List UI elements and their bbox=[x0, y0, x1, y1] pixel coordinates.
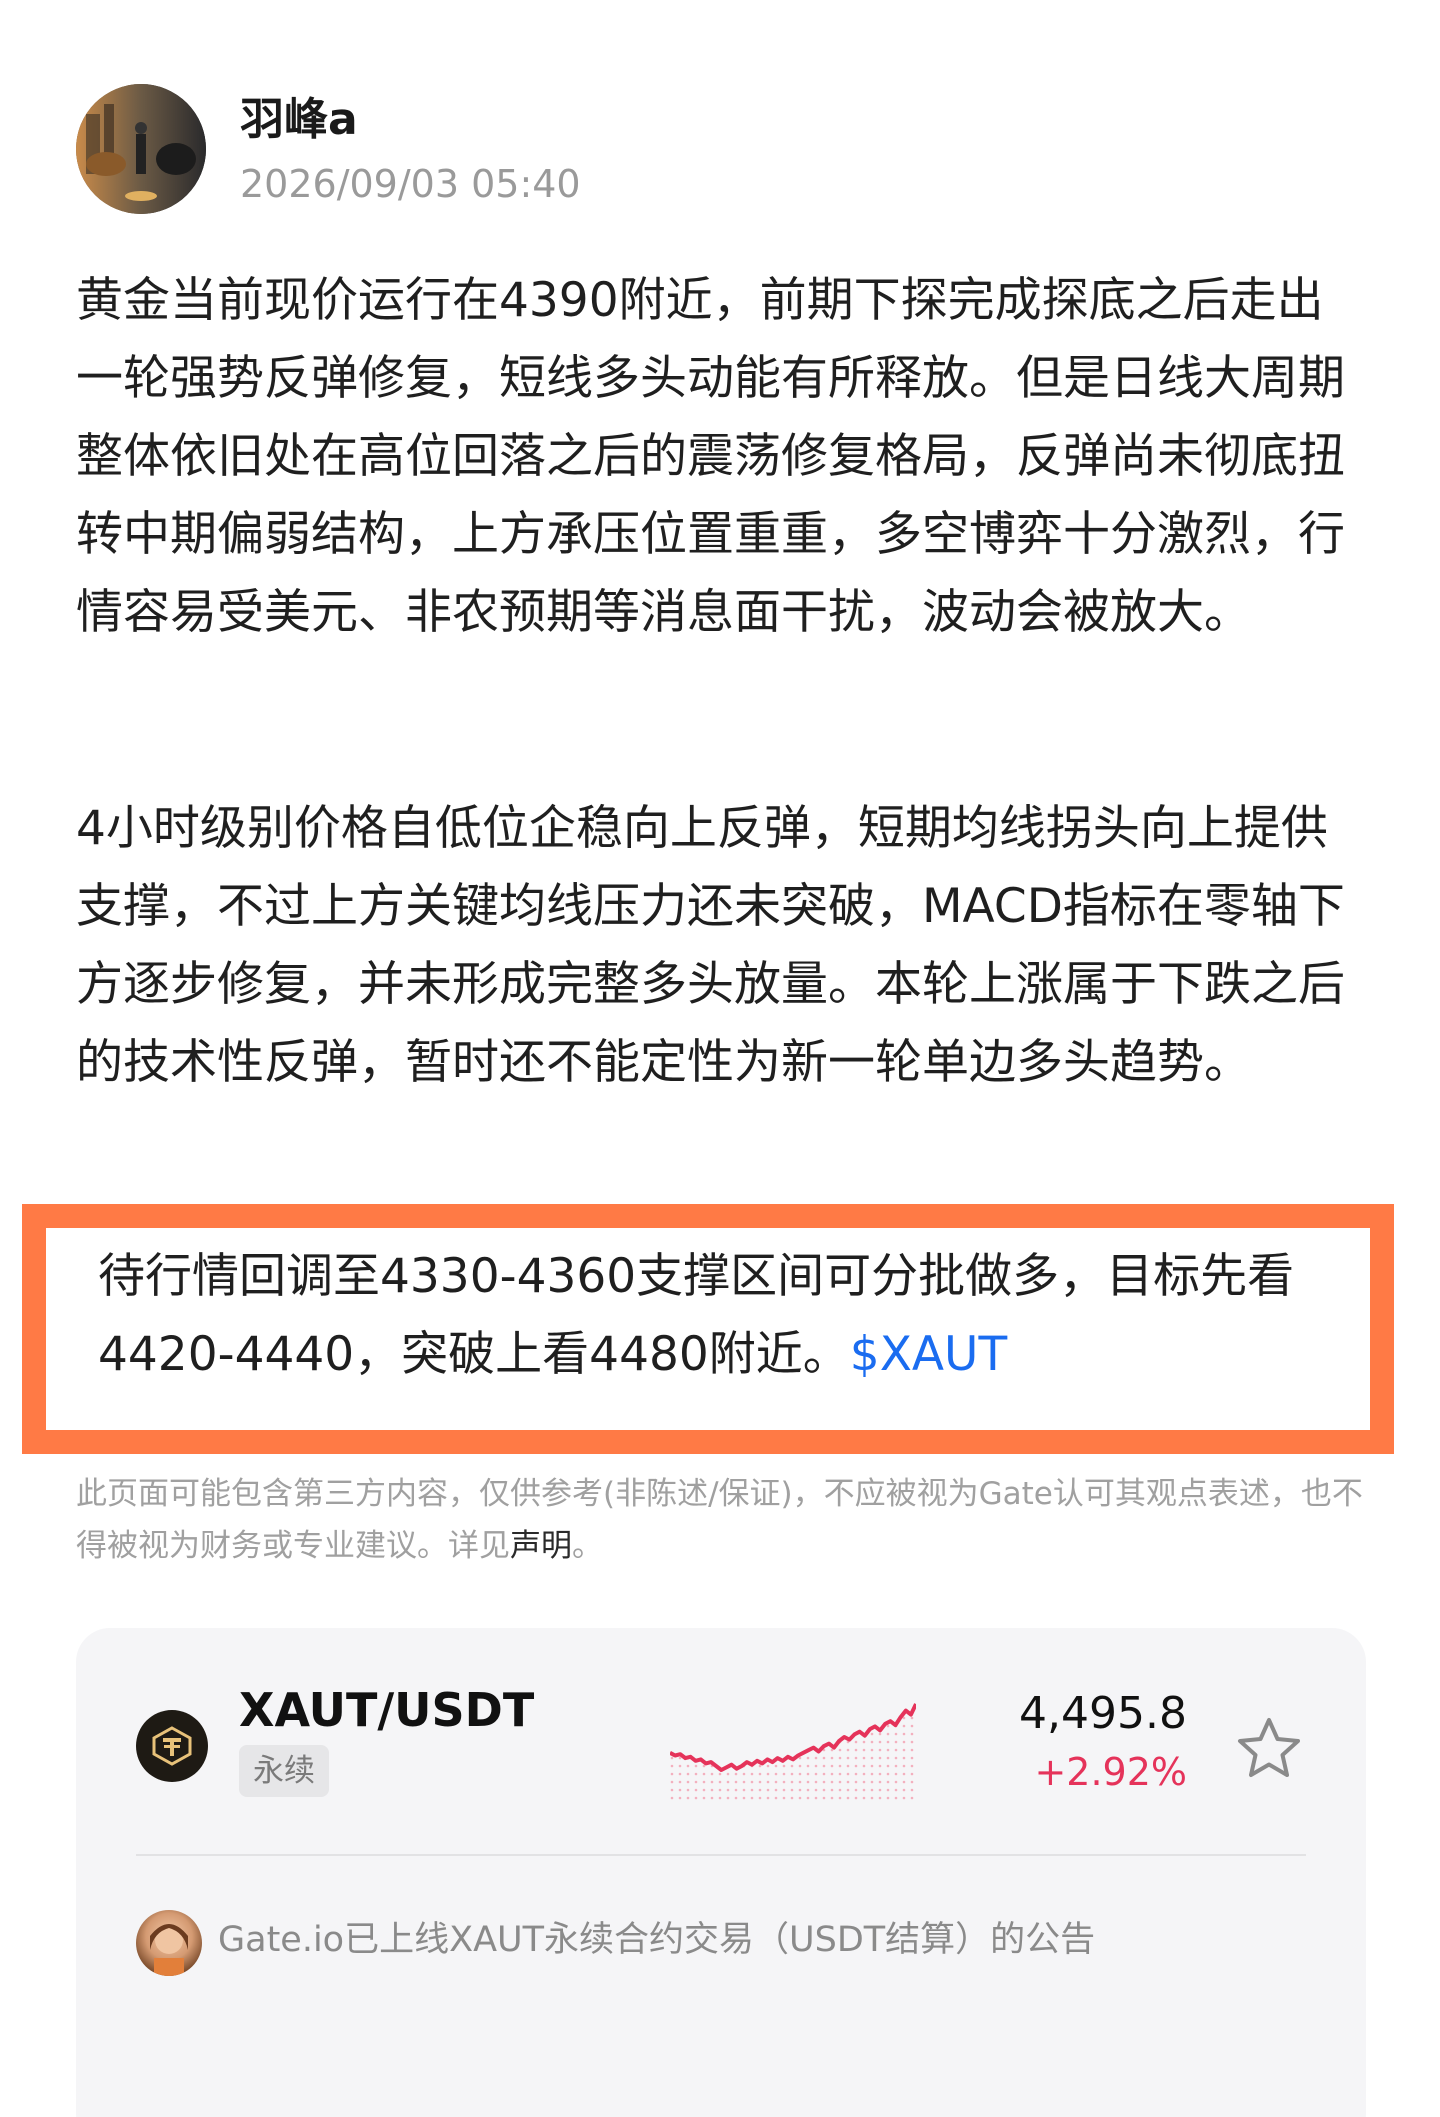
avatar-image bbox=[76, 84, 206, 214]
post-timestamp: 2026/09/03 05:40 bbox=[240, 162, 581, 206]
last-price: 4,495.8 bbox=[1019, 1688, 1187, 1739]
price-sparkline bbox=[670, 1703, 916, 1800]
highlighted-trade-plan: 待行情回调至4330-4360支撑区间可分批做多，目标先看4420-4440，突… bbox=[22, 1204, 1394, 1454]
disclaimer-text: 此页面可能包含第三方内容，仅供参考(非陈述/保证)，不应被视为Gate认可其观点… bbox=[76, 1476, 1363, 1564]
contract-type-badge: 永续 bbox=[239, 1745, 329, 1798]
post-paragraph-2: 4小时级别价格自低位企稳向上反弹，短期均线拐头向上提供支撑，不过上方关键均线压力… bbox=[76, 801, 1345, 1090]
disclaimer-suffix: 。 bbox=[572, 1528, 603, 1564]
post-paragraph-1: 黄金当前现价运行在4390附近，前期下探完成探底之后走出一轮强势反弹修复，短线多… bbox=[76, 273, 1345, 640]
market-card[interactable]: XAUT/USDT 永续 4,495.8 +2.92% Gate.io已上线XA… bbox=[76, 1628, 1366, 2117]
author-avatar[interactable] bbox=[76, 84, 206, 214]
trade-plan-text: 待行情回调至4330-4360支撑区间可分批做多，目标先看4420-4440，突… bbox=[98, 1238, 1388, 1394]
disclaimer: 此页面可能包含第三方内容，仅供参考(非陈述/保证)，不应被视为Gate认可其观点… bbox=[76, 1468, 1366, 1572]
disclaimer-statement-link[interactable]: 声明 bbox=[510, 1528, 572, 1564]
favorite-star-icon[interactable] bbox=[1234, 1714, 1304, 1784]
card-divider bbox=[136, 1854, 1306, 1856]
post-header: 羽峰a 2026/09/03 05:40 bbox=[76, 84, 1376, 214]
ticker-link-xaut[interactable]: $XAUT bbox=[850, 1327, 1007, 1382]
tether-gold-icon bbox=[136, 1710, 208, 1782]
trade-plan-body: 待行情回调至4330-4360支撑区间可分批做多，目标先看4420-4440，突… bbox=[98, 1249, 1295, 1382]
announcement-link[interactable]: Gate.io已上线XAUT永续合约交易（USDT结算）的公告 bbox=[218, 1918, 1095, 1964]
price-change-percent: +2.92% bbox=[1034, 1750, 1187, 1794]
sparkline-fill bbox=[670, 1704, 916, 1800]
author-name[interactable]: 羽峰a bbox=[240, 94, 358, 147]
trading-pair[interactable]: XAUT/USDT bbox=[239, 1683, 534, 1738]
announcement-avatar bbox=[136, 1910, 202, 1976]
